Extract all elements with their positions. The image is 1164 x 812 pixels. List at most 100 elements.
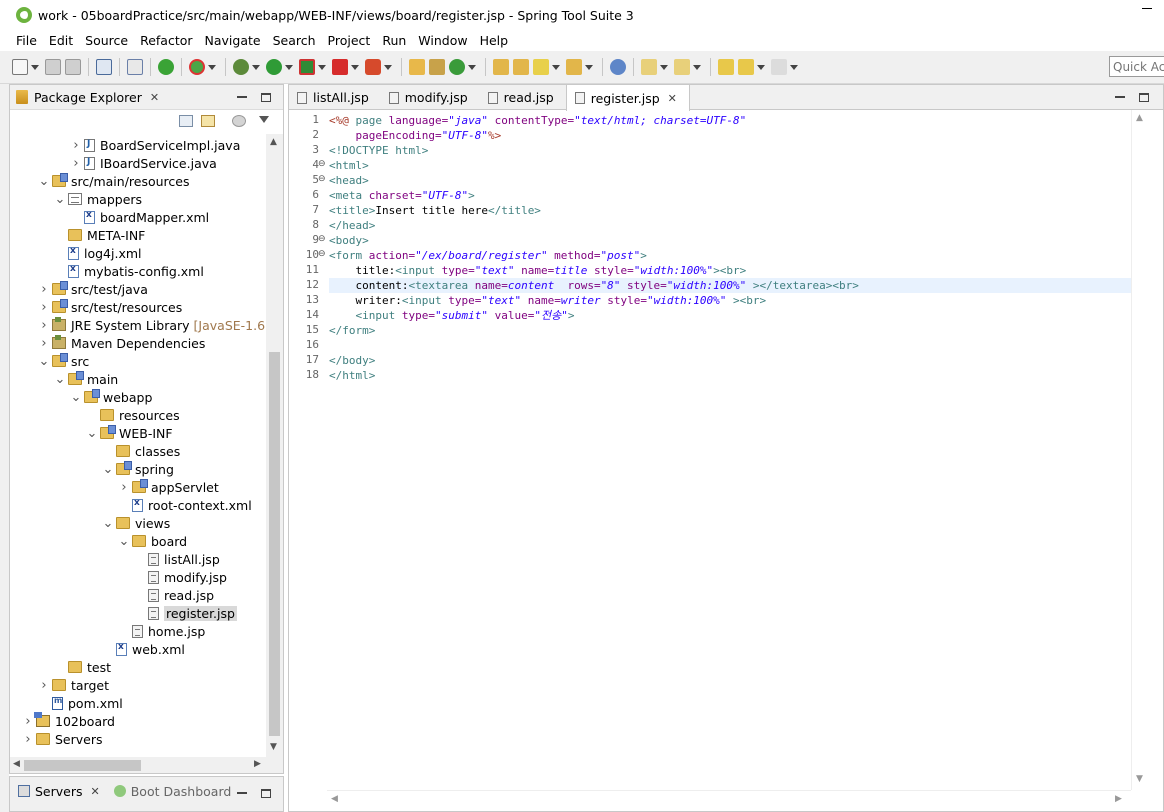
menu-help[interactable]: Help [480,33,509,48]
tree-scroll-thumb[interactable] [269,352,280,736]
close-icon[interactable]: ✕ [91,785,100,798]
expanded-chevron-icon[interactable]: ⌄ [102,516,114,531]
new-java-project-icon[interactable] [409,59,425,75]
collapsed-chevron-icon[interactable]: › [38,678,50,693]
expanded-chevron-icon[interactable]: ⌄ [38,354,50,369]
last-edit-location-icon[interactable] [718,59,734,75]
menu-navigate[interactable]: Navigate [205,33,261,48]
collapsed-chevron-icon[interactable]: › [118,480,130,495]
debug-icon[interactable] [233,59,249,75]
tree-item[interactable]: pom.xml [38,694,123,712]
tree-item[interactable]: modify.jsp [134,568,227,586]
fold-toggle-icon[interactable]: ⊖ [318,159,326,169]
editor-tab-listAll[interactable]: listAll.jsp [289,85,381,110]
tree-horizontal-scrollbar[interactable]: ◀ ▶ [10,757,283,773]
fold-toggle-icon[interactable]: ⊖ [318,234,326,244]
editor-tab-register[interactable]: register.jsp ✕ [565,85,690,111]
next-annotation-icon[interactable] [641,59,657,75]
fold-toggle-icon[interactable]: ⊖ [318,174,326,184]
open-task-icon[interactable] [513,59,529,75]
save-all-icon[interactable] [65,59,81,75]
tree-item[interactable]: ⌄ mappers [54,190,143,208]
coverage-icon[interactable] [299,59,315,75]
collapse-all-icon[interactable] [179,115,193,127]
tree-item[interactable]: ⌄ src/main/resources [38,172,189,190]
expanded-chevron-icon[interactable]: ⌄ [70,390,82,405]
code-editor[interactable]: <%@ page language="java" contentType="te… [329,110,1131,790]
tree-item[interactable]: root-context.xml [118,496,252,514]
console-icon[interactable] [96,59,112,75]
tree-item[interactable]: › Maven Dependencies [38,334,205,352]
tree-item[interactable]: › src/test/resources [38,298,182,316]
external-tools-icon[interactable] [365,59,381,75]
stop-icon[interactable] [332,59,348,75]
menu-run[interactable]: Run [382,33,406,48]
open-folder-icon[interactable] [566,59,582,75]
open-type-icon[interactable] [493,59,509,75]
new-class-icon[interactable] [449,59,465,75]
editor-vertical-scrollbar[interactable]: ▲ ▼ [1131,110,1148,790]
expanded-chevron-icon[interactable]: ⌄ [102,462,114,477]
tree-hscroll-thumb[interactable] [24,760,141,771]
editor-tab-read[interactable]: read.jsp [480,85,566,110]
tree-item[interactable]: ⌄ main [54,370,118,388]
menu-edit[interactable]: Edit [49,33,73,48]
tree-item[interactable]: home.jsp [118,622,205,640]
collapsed-chevron-icon[interactable]: › [22,732,34,747]
minimize-view-icon[interactable] [237,96,247,98]
save-icon[interactable] [45,59,61,75]
previous-annotation-icon[interactable] [674,59,690,75]
expanded-chevron-icon[interactable]: ⌄ [38,174,50,189]
collapsed-chevron-icon[interactable]: › [38,318,50,333]
quick-access-input[interactable] [1109,56,1164,77]
close-icon[interactable]: ✕ [150,91,159,104]
new-icon[interactable] [12,59,28,75]
maximize-view-icon[interactable] [261,93,271,102]
skip-breakpoints-icon[interactable] [127,59,143,75]
menu-refactor[interactable]: Refactor [140,33,192,48]
tab-boot-dashboard[interactable]: Boot Dashboard [131,784,232,799]
tree-item[interactable]: › Servers [22,730,102,748]
minimize-icon[interactable] [1142,8,1152,9]
tree-item[interactable]: mybatis-config.xml [54,262,204,280]
editor-tab-modify[interactable]: modify.jsp [381,85,480,110]
tree-item[interactable]: › target [38,676,109,694]
collapsed-chevron-icon[interactable]: › [38,336,50,351]
link-with-editor-icon[interactable] [201,115,215,127]
menu-search[interactable]: Search [273,33,316,48]
tree-item[interactable]: ⌄ spring [102,460,174,478]
collapsed-chevron-icon[interactable]: › [70,138,82,153]
tree-item[interactable]: ⌄ src [38,352,89,370]
tree-item[interactable]: listAll.jsp [134,550,220,568]
maximize-editor-icon[interactable] [1139,93,1149,102]
web-browser-icon[interactable] [610,59,626,75]
expanded-chevron-icon[interactable]: ⌄ [118,534,130,549]
tree-item[interactable]: › appServlet [118,478,219,496]
tree-item[interactable]: › JRE System Library [JavaSE-1.6] [38,316,266,334]
tree-item[interactable]: log4j.xml [54,244,142,262]
search-icon[interactable] [533,59,549,75]
minimize-editor-icon[interactable] [1115,96,1125,98]
expanded-chevron-icon[interactable]: ⌄ [54,192,66,207]
expanded-chevron-icon[interactable]: ⌄ [86,426,98,441]
minimize-view-icon[interactable] [237,792,247,794]
menu-project[interactable]: Project [328,33,371,48]
boot-power-icon[interactable] [158,59,174,75]
tree-item[interactable]: › 102board [22,712,115,730]
tree-item[interactable]: read.jsp [134,586,214,604]
tree-item[interactable]: › BoardServiceImpl.java [70,136,240,154]
menu-file[interactable]: File [16,33,37,48]
tab-package-explorer[interactable]: Package Explorer ✕ [16,90,159,105]
new-package-icon[interactable] [429,59,445,75]
expanded-chevron-icon[interactable]: ⌄ [54,372,66,387]
tree-item[interactable]: ⌄ webapp [70,388,152,406]
forward-icon[interactable] [771,59,787,75]
collapsed-chevron-icon[interactable]: › [38,300,50,315]
tree-item[interactable]: register.jsp [134,604,237,622]
tree-item[interactable]: › src/test/java [38,280,148,298]
maximize-view-icon[interactable] [261,789,271,798]
tree-item[interactable]: › IBoardService.java [70,154,216,172]
tree-item[interactable]: test [54,658,111,676]
tab-servers[interactable]: Servers [35,784,83,799]
collapsed-chevron-icon[interactable]: › [38,282,50,297]
